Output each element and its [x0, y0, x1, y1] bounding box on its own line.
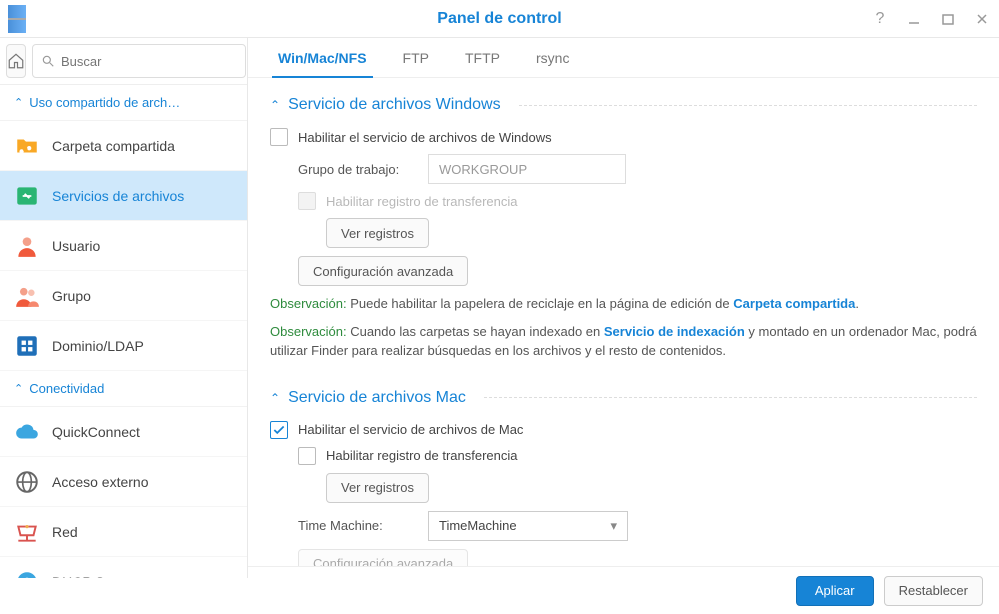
sidebar-category-connectivity[interactable]: ⌃ Conectividad — [0, 371, 247, 407]
sidebar-label: Grupo — [52, 288, 91, 304]
sidebar-label: Usuario — [52, 238, 100, 254]
checkbox-label: Habilitar el servicio de archivos de Win… — [298, 130, 552, 145]
sidebar-label: Carpeta compartida — [52, 138, 175, 154]
dhcp-icon — [14, 569, 40, 579]
close-icon[interactable] — [973, 10, 991, 28]
sidebar-item-user[interactable]: Usuario — [0, 221, 247, 271]
workgroup-input[interactable] — [428, 154, 626, 184]
sidebar-label: Dominio/LDAP — [52, 338, 144, 354]
footer: Aplicar Restablecer — [248, 566, 999, 614]
checkbox-enable-mac[interactable] — [270, 421, 288, 439]
sidebar-label: Red — [52, 524, 78, 540]
link-shared-folder[interactable]: Carpeta compartida — [733, 296, 855, 311]
sidebar-item-network[interactable]: Red — [0, 507, 247, 557]
sidebar-item-dhcp[interactable]: DHCP Server — [0, 557, 247, 578]
maximize-icon[interactable] — [939, 10, 957, 28]
sidebar-item-group[interactable]: Grupo — [0, 271, 247, 321]
sidebar-item-external-access[interactable]: Acceso externo — [0, 457, 247, 507]
network-icon — [14, 519, 40, 545]
checkbox-enable-windows[interactable] — [270, 128, 288, 146]
minimize-icon[interactable] — [905, 10, 923, 28]
tab-win-mac-nfs[interactable]: Win/Mac/NFS — [260, 38, 385, 77]
note-indexing: Observación: Cuando las carpetas se haya… — [270, 322, 977, 361]
search-field[interactable] — [61, 54, 237, 69]
view-logs-mac-button[interactable]: Ver registros — [326, 473, 429, 503]
note-recycle-bin: Observación: Puede habilitar la papelera… — [270, 294, 977, 314]
chevron-up-icon: ⌃ — [14, 382, 23, 395]
home-button[interactable] — [6, 44, 26, 78]
sidebar-label: DHCP Server — [52, 574, 137, 579]
checkbox-label: Habilitar registro de transferencia — [326, 194, 517, 209]
chevron-up-icon: ⌃ — [14, 96, 23, 109]
sidebar-category-file-sharing[interactable]: ⌃ Uso compartido de arch… — [0, 85, 247, 121]
checkbox-enable-win-log — [298, 192, 316, 210]
tab-ftp[interactable]: FTP — [385, 38, 447, 77]
globe-icon — [14, 469, 40, 495]
timemachine-select[interactable]: TimeMachine ▾ — [428, 511, 628, 541]
workgroup-label: Grupo de trabajo: — [298, 162, 418, 177]
user-icon — [14, 233, 40, 259]
search-input[interactable] — [32, 44, 246, 78]
sidebar: ⌃ Uso compartido de arch… Carpeta compar… — [0, 38, 248, 578]
chevron-up-icon: ⌃ — [270, 391, 280, 405]
titlebar: Panel de control ? — [0, 0, 999, 38]
checkbox-label: Habilitar registro de transferencia — [326, 448, 517, 463]
section-title: Servicio de archivos Windows — [288, 96, 501, 114]
section-windows-file-service[interactable]: ⌃ Servicio de archivos Windows — [270, 90, 977, 120]
reset-button[interactable]: Restablecer — [884, 576, 983, 606]
link-indexing-service[interactable]: Servicio de indexación — [604, 324, 745, 339]
chevron-down-icon: ▾ — [610, 518, 617, 534]
chevron-up-icon: ⌃ — [270, 98, 280, 112]
advanced-settings-button[interactable]: Configuración avanzada — [298, 256, 468, 286]
group-icon — [14, 283, 40, 309]
sidebar-label: Servicios de archivos — [52, 188, 184, 204]
domain-icon — [14, 333, 40, 359]
folder-share-icon — [14, 133, 40, 159]
tab-tftp[interactable]: TFTP — [447, 38, 518, 77]
tab-rsync[interactable]: rsync — [518, 38, 587, 77]
apply-button[interactable]: Aplicar — [796, 576, 874, 606]
view-logs-button[interactable]: Ver registros — [326, 218, 429, 248]
checkbox-enable-mac-log[interactable] — [298, 447, 316, 465]
sidebar-item-shared-folder[interactable]: Carpeta compartida — [0, 121, 247, 171]
checkbox-label: Habilitar el servicio de archivos de Mac — [298, 422, 523, 437]
sidebar-item-quickconnect[interactable]: QuickConnect — [0, 407, 247, 457]
category-label: Uso compartido de arch… — [29, 95, 180, 110]
sidebar-item-file-services[interactable]: Servicios de archivos — [0, 171, 247, 221]
help-icon[interactable]: ? — [871, 10, 889, 28]
sidebar-label: QuickConnect — [52, 424, 140, 440]
app-icon — [8, 5, 26, 33]
file-services-icon — [14, 183, 40, 209]
search-icon — [41, 54, 55, 68]
tabs: Win/Mac/NFS FTP TFTP rsync — [248, 38, 999, 78]
timemachine-label: Time Machine: — [298, 518, 418, 533]
section-mac-file-service[interactable]: ⌃ Servicio de archivos Mac — [270, 383, 977, 413]
window-title: Panel de control — [0, 10, 999, 28]
section-title: Servicio de archivos Mac — [288, 389, 466, 407]
sidebar-item-domain[interactable]: Dominio/LDAP — [0, 321, 247, 371]
sidebar-label: Acceso externo — [52, 474, 149, 490]
select-value: TimeMachine — [439, 518, 517, 533]
category-label: Conectividad — [29, 381, 104, 396]
content-panel: Win/Mac/NFS FTP TFTP rsync ⌃ Servicio de… — [248, 38, 999, 578]
cloud-icon — [14, 419, 40, 445]
